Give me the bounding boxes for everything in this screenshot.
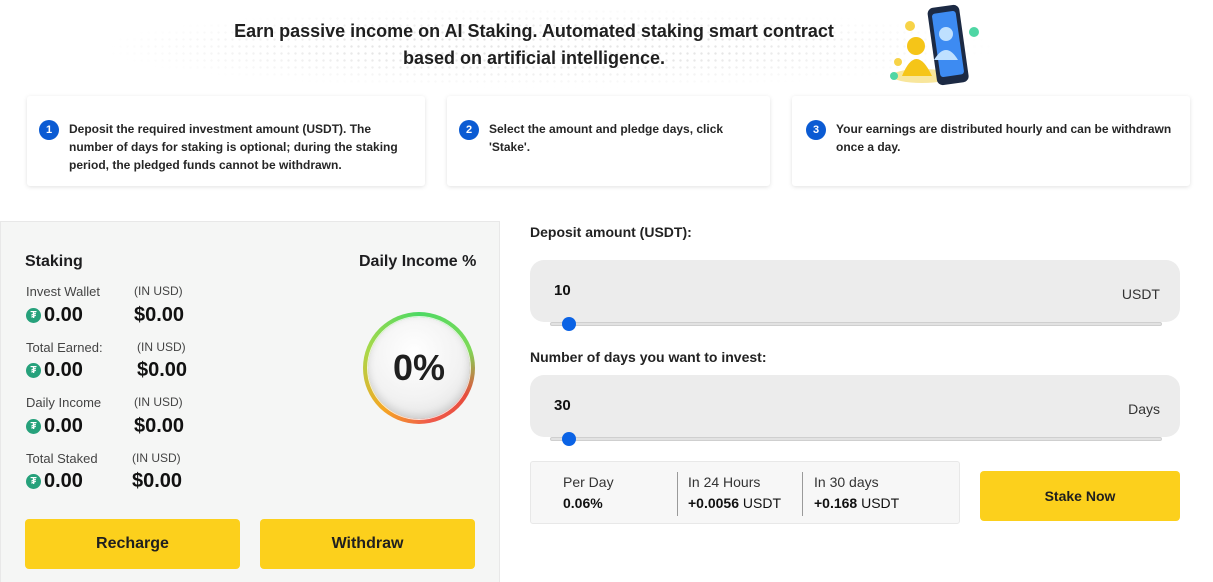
staking-illustration-icon — [890, 4, 979, 86]
in-24-hours-column: In 24 Hours +0.0056 USDT — [688, 474, 781, 511]
days-unit: Days — [1128, 401, 1160, 417]
staking-panel: Staking Daily Income % Invest Wallet (IN… — [0, 221, 500, 582]
daily-income-usdt-value: ₮ 0.00 — [26, 415, 83, 438]
stake-now-button[interactable]: Stake Now — [980, 471, 1180, 521]
per-day-column: Per Day 0.06% — [563, 474, 614, 511]
days-value[interactable]: 30 — [554, 397, 571, 414]
headline-line-1: Earn passive income on AI Staking. Autom… — [234, 21, 834, 41]
total-earned-usdt-value: ₮ 0.00 — [26, 359, 83, 382]
per-day-label: Per Day — [563, 474, 614, 490]
days-field[interactable]: 30 Days — [530, 375, 1180, 437]
in-30-days-unit: USDT — [861, 495, 900, 511]
stat-usd-label: (IN USD) — [134, 395, 183, 409]
step-description: Your earnings are distributed hourly and… — [836, 122, 1172, 154]
recharge-button[interactable]: Recharge — [25, 519, 240, 569]
deposit-unit: USDT — [1121, 286, 1160, 302]
staking-title: Staking — [25, 253, 83, 270]
in-24-hours-unit: USDT — [742, 495, 782, 511]
stat-usd-label: (IN USD) — [137, 340, 186, 354]
step-number-badge: 3 — [806, 120, 826, 140]
daily-income-percent: 0% — [368, 317, 470, 419]
stat-label-total-staked: Total Staked — [26, 451, 98, 466]
tether-icon: ₮ — [26, 474, 41, 489]
daily-income-usd-value: $0.00 — [134, 415, 185, 437]
invest-wallet-usd-value: $0.00 — [134, 304, 185, 326]
withdraw-button[interactable]: Withdraw — [260, 519, 475, 569]
total-staked-usd-value: $0.00 — [132, 470, 183, 492]
earnings-summary: Per Day 0.06% In 24 Hours +0.0056 USDT I… — [530, 461, 960, 524]
days-slider-handle[interactable] — [562, 432, 577, 446]
step-card-1: 1 Deposit the required investment amount… — [27, 96, 425, 186]
summary-divider — [802, 472, 803, 516]
invest-wallet-usdt-value: ₮ 0.00 — [26, 304, 83, 327]
headline-line-2: based on artificial intelligence. — [402, 48, 666, 68]
stat-label-daily-income: Daily Income — [26, 395, 102, 410]
step-number-badge: 1 — [39, 120, 59, 140]
deposit-amount-label: Deposit amount (USDT): — [530, 224, 692, 240]
tether-icon: ₮ — [26, 308, 41, 323]
in-30-days-column: In 30 days +0.168 USDT — [814, 474, 899, 511]
deposit-amount-slider[interactable] — [550, 317, 1162, 331]
daily-income-title: Daily Income % — [359, 253, 477, 270]
in-30-days-value: +0.168 — [814, 495, 858, 511]
step-number-badge: 2 — [459, 120, 479, 140]
days-label: Number of days you want to invest: — [530, 349, 767, 365]
page-headline: Earn passive income on AI Staking. Autom… — [230, 18, 838, 72]
stat-label-total-earned: Total Earned: — [26, 340, 103, 355]
in-30-days-label: In 30 days — [814, 474, 879, 490]
summary-divider — [677, 472, 678, 516]
daily-income-gauge: 0% — [363, 312, 475, 424]
stat-usd-label: (IN USD) — [134, 284, 183, 298]
total-staked-usdt-value: ₮ 0.00 — [26, 470, 83, 493]
step-card-3: 3 Your earnings are distributed hourly a… — [792, 96, 1190, 186]
tether-icon: ₮ — [26, 419, 41, 434]
deposit-amount-value[interactable]: 10 — [554, 282, 571, 299]
step-card-2: 2 Select the amount and pledge days, cli… — [447, 96, 770, 186]
deposit-amount-field[interactable]: 10 USDT — [530, 260, 1180, 322]
step-description: Deposit the required investment amount (… — [69, 122, 398, 172]
per-day-value: 0.06% — [563, 495, 603, 511]
stat-label-invest-wallet: Invest Wallet — [26, 284, 100, 299]
deposit-slider-handle[interactable] — [562, 317, 577, 331]
total-earned-usd-value: $0.00 — [137, 359, 188, 381]
in-24-hours-label: In 24 Hours — [688, 474, 761, 490]
in-24-hours-value: +0.0056 — [688, 495, 739, 511]
stat-usd-label: (IN USD) — [132, 451, 181, 465]
step-description: Select the amount and pledge days, click… — [489, 122, 724, 154]
tether-icon: ₮ — [26, 363, 41, 378]
days-slider[interactable] — [550, 432, 1162, 446]
